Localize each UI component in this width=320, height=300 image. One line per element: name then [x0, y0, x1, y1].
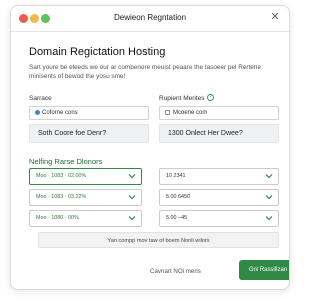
submit-button[interactable]: Gnl Rassillzan [239, 260, 289, 280]
checkbox-icon[interactable] [165, 110, 170, 115]
left-select-1-value: Moo · 1083 · 02.00% [36, 173, 87, 179]
section-title: Nelfing Rarse Dlonors [29, 157, 103, 166]
page-title: Domain Regictation Hosting [29, 46, 166, 58]
chevron-down-icon [128, 195, 136, 200]
window-title: Dewieon Regntation [113, 13, 187, 22]
right-select-2-value: 5.00 6450 [166, 194, 190, 200]
left-select-3-value: Moo · 1080 · 00% [36, 215, 79, 221]
close-icon[interactable]: ✕ [269, 11, 281, 23]
right-domain-field[interactable]: Mcoene com [159, 106, 279, 120]
dialog-window: Dewieon Regntation ✕ Domain Regictation … [10, 5, 290, 290]
right-question-box[interactable]: 1300 Onlect Her Dwee? [159, 124, 279, 143]
chevron-down-icon [265, 216, 273, 221]
left-select-2[interactable]: Moo · 1083 · 03.22% [29, 189, 142, 206]
radio-selected-icon[interactable] [35, 110, 40, 115]
footer-link[interactable]: Cavnart NOi meris [150, 268, 201, 275]
chevron-down-icon [128, 174, 136, 179]
right-select-3-value: 5.00 −45 [166, 215, 188, 221]
help-circle-icon[interactable]: ? [207, 94, 214, 101]
left-field-label: Sarrace [29, 95, 52, 102]
right-select-2[interactable]: 5.00 6450 [159, 189, 279, 206]
left-select-2-value: Moo · 1083 · 03.22% [36, 194, 87, 200]
page-subtitle: Sart youre be eleeds we our ar combenore… [29, 64, 261, 80]
title-bar: Dewieon Regntation ✕ [11, 6, 289, 32]
info-banner: Yan compp mov taw of boem Nonli wilors [38, 232, 279, 248]
left-domain-value: Coforne cons [42, 110, 78, 116]
chevron-down-icon [265, 174, 273, 179]
left-select-3[interactable]: Moo · 1080 · 00% [29, 210, 142, 227]
chevron-down-icon [128, 216, 136, 221]
left-select-1[interactable]: Moo · 1083 · 02.00% [29, 168, 142, 185]
left-domain-field[interactable]: Coforne cons [29, 106, 149, 120]
right-select-3[interactable]: 5.00 −45 [159, 210, 279, 227]
left-question-box[interactable]: Soth Coore foe Denr? [29, 124, 149, 143]
right-domain-value: Mcoene com [173, 110, 208, 116]
right-select-1[interactable]: 10 2341 [159, 168, 279, 185]
right-select-1-value: 10 2341 [166, 173, 186, 179]
chevron-down-icon [265, 195, 273, 200]
right-field-label: Rupient Merites [159, 95, 205, 102]
